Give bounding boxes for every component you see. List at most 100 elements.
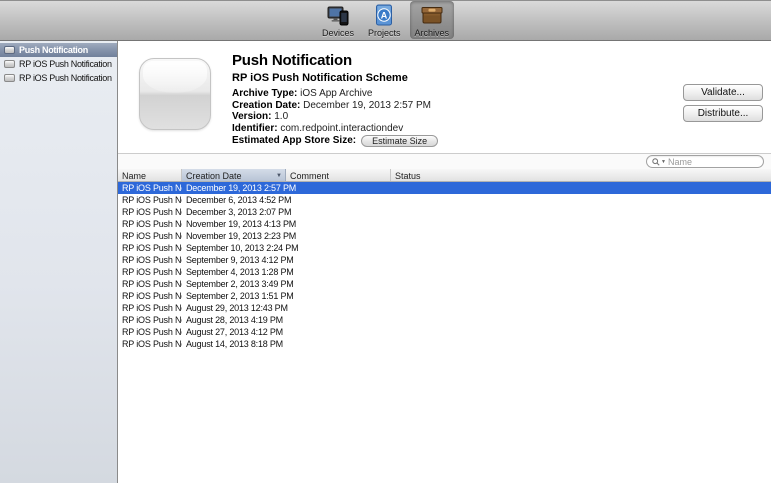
cell-name: RP iOS Push Not… xyxy=(118,243,182,253)
validate-button[interactable]: Validate... xyxy=(683,84,763,101)
table-row[interactable]: RP iOS Push Not… September 4, 2013 1:28 … xyxy=(118,266,771,278)
archive-subtitle: RP iOS Push Notification Scheme xyxy=(232,72,438,84)
field-label: Archive Type: xyxy=(232,88,297,99)
cell-name: RP iOS Push Not… xyxy=(118,195,182,205)
cell-name: RP iOS Push Not… xyxy=(118,339,182,349)
toolbar: Devices A Projects xyxy=(0,1,771,41)
svg-text:A: A xyxy=(381,10,388,20)
archive-type-field: Archive Type: iOS App Archive xyxy=(232,88,438,100)
field-value: December 19, 2013 2:57 PM xyxy=(303,100,431,111)
archive-detail-pane: Push Notification RP iOS Push Notificati… xyxy=(118,41,771,153)
toolbar-tab-label: Devices xyxy=(322,28,354,38)
archive-table-body: RP iOS Push Not… December 19, 2013 2:57 … xyxy=(118,182,771,483)
cell-creation-date: December 6, 2013 4:52 PM xyxy=(182,195,771,205)
cell-name: RP iOS Push Not… xyxy=(118,267,182,277)
column-header-creation-date[interactable]: Creation Date ▼ xyxy=(182,169,286,181)
sidebar-item-label: RP iOS Push Notification xyxy=(19,59,112,69)
table-row[interactable]: RP iOS Push Not… August 29, 2013 12:43 P… xyxy=(118,302,771,314)
table-row[interactable]: RP iOS Push Not… August 27, 2013 4:12 PM xyxy=(118,326,771,338)
cell-creation-date: August 29, 2013 12:43 PM xyxy=(182,303,771,313)
table-row[interactable]: RP iOS Push Not… December 6, 2013 4:52 P… xyxy=(118,194,771,206)
window-body: Push Notification RP iOS Push Notificati… xyxy=(0,41,771,483)
search-scope-caret-icon[interactable]: ▼ xyxy=(661,159,666,165)
cell-creation-date: September 10, 2013 2:24 PM xyxy=(182,243,771,253)
cell-name: RP iOS Push Not… xyxy=(118,327,182,337)
toolbar-tab-projects[interactable]: A Projects xyxy=(363,1,406,39)
column-header-name[interactable]: Name xyxy=(118,169,182,181)
organizer-window: Devices A Projects xyxy=(0,0,771,483)
table-row[interactable]: RP iOS Push Not… November 19, 2013 4:13 … xyxy=(118,218,771,230)
toolbar-tab-label: Archives xyxy=(415,28,450,38)
cell-creation-date: August 28, 2013 4:19 PM xyxy=(182,315,771,325)
table-row[interactable]: RP iOS Push Not… August 28, 2013 4:19 PM xyxy=(118,314,771,326)
cell-creation-date: September 9, 2013 4:12 PM xyxy=(182,255,771,265)
table-row[interactable]: RP iOS Push Not… September 2, 2013 3:49 … xyxy=(118,278,771,290)
field-label: Creation Date: xyxy=(232,100,300,111)
cell-creation-date: September 4, 2013 1:28 PM xyxy=(182,267,771,277)
cell-name: RP iOS Push Not… xyxy=(118,255,182,265)
generic-app-icon xyxy=(139,58,211,130)
field-value: iOS App Archive xyxy=(300,88,372,99)
search-input[interactable] xyxy=(668,156,758,167)
sidebar-item-label: RP iOS Push Notification xyxy=(19,73,112,83)
sidebar-item-rp-ios-push-notification-2[interactable]: RP iOS Push Notification xyxy=(0,71,117,85)
archives-icon xyxy=(419,3,445,27)
archive-actions: Validate... Distribute... xyxy=(683,84,763,122)
archive-title: Push Notification xyxy=(232,52,438,69)
sort-descending-icon: ▼ xyxy=(276,173,282,179)
field-label: Identifier: xyxy=(232,123,278,134)
projects-icon: A xyxy=(371,3,397,27)
table-row[interactable]: RP iOS Push Not… December 19, 2013 2:57 … xyxy=(118,182,771,194)
table-row[interactable]: RP iOS Push Not… November 19, 2013 2:23 … xyxy=(118,230,771,242)
archive-info: Push Notification RP iOS Push Notificati… xyxy=(232,52,438,147)
table-row[interactable]: RP iOS Push Not… September 2, 2013 1:51 … xyxy=(118,290,771,302)
toolbar-tab-devices[interactable]: Devices xyxy=(317,1,359,39)
cell-creation-date: November 19, 2013 4:13 PM xyxy=(182,219,771,229)
cell-name: RP iOS Push Not… xyxy=(118,207,182,217)
column-header-comment[interactable]: Comment xyxy=(286,169,391,181)
column-label: Name xyxy=(122,171,146,181)
table-row[interactable]: RP iOS Push Not… December 3, 2013 2:07 P… xyxy=(118,206,771,218)
cell-creation-date: December 3, 2013 2:07 PM xyxy=(182,207,771,217)
devices-icon xyxy=(325,3,351,27)
sidebar-item-label: Push Notification xyxy=(19,45,88,55)
sidebar-item-push-notification[interactable]: Push Notification xyxy=(0,43,117,57)
search-field[interactable]: ▼ xyxy=(646,155,764,168)
cell-creation-date: September 2, 2013 1:51 PM xyxy=(182,291,771,301)
archive-table-header: Name Creation Date ▼ Comment Status xyxy=(118,169,771,182)
cell-creation-date: August 27, 2013 4:12 PM xyxy=(182,327,771,337)
cell-creation-date: December 19, 2013 2:57 PM xyxy=(182,183,771,193)
field-value: 1.0 xyxy=(274,111,288,122)
column-header-status[interactable]: Status xyxy=(391,169,771,181)
table-row[interactable]: RP iOS Push Not… September 9, 2013 4:12 … xyxy=(118,254,771,266)
cell-creation-date: August 14, 2013 8:18 PM xyxy=(182,339,771,349)
distribute-button[interactable]: Distribute... xyxy=(683,105,763,122)
column-label: Creation Date xyxy=(186,171,242,181)
cell-name: RP iOS Push Not… xyxy=(118,303,182,313)
cell-name: RP iOS Push Not… xyxy=(118,291,182,301)
toolbar-tab-archives[interactable]: Archives xyxy=(410,1,455,39)
field-label: Estimated App Store Size: xyxy=(232,135,356,147)
cell-name: RP iOS Push Not… xyxy=(118,183,182,193)
cell-name: RP iOS Push Not… xyxy=(118,219,182,229)
column-label: Status xyxy=(395,171,421,181)
search-icon[interactable] xyxy=(652,158,660,166)
sidebar-item-rp-ios-push-notification-1[interactable]: RP iOS Push Notification xyxy=(0,57,117,71)
version-field: Version: 1.0 xyxy=(232,111,438,123)
sidebar: Push Notification RP iOS Push Notificati… xyxy=(0,41,118,483)
archive-scheme-icon xyxy=(4,46,15,54)
cell-name: RP iOS Push Not… xyxy=(118,231,182,241)
creation-date-field: Creation Date: December 19, 2013 2:57 PM xyxy=(232,100,438,112)
column-label: Comment xyxy=(290,171,329,181)
archive-scheme-icon xyxy=(4,74,15,82)
cell-name: RP iOS Push Not… xyxy=(118,279,182,289)
estimate-size-button[interactable]: Estimate Size xyxy=(361,135,438,147)
cell-name: RP iOS Push Not… xyxy=(118,315,182,325)
identifier-field: Identifier: com.redpoint.interactiondev xyxy=(232,123,438,135)
table-row[interactable]: RP iOS Push Not… September 10, 2013 2:24… xyxy=(118,242,771,254)
filter-strip: ▼ xyxy=(118,153,771,169)
cell-creation-date: September 2, 2013 3:49 PM xyxy=(182,279,771,289)
table-row[interactable]: RP iOS Push Not… August 14, 2013 8:18 PM xyxy=(118,338,771,350)
field-label: Version: xyxy=(232,111,271,122)
toolbar-tab-label: Projects xyxy=(368,28,401,38)
